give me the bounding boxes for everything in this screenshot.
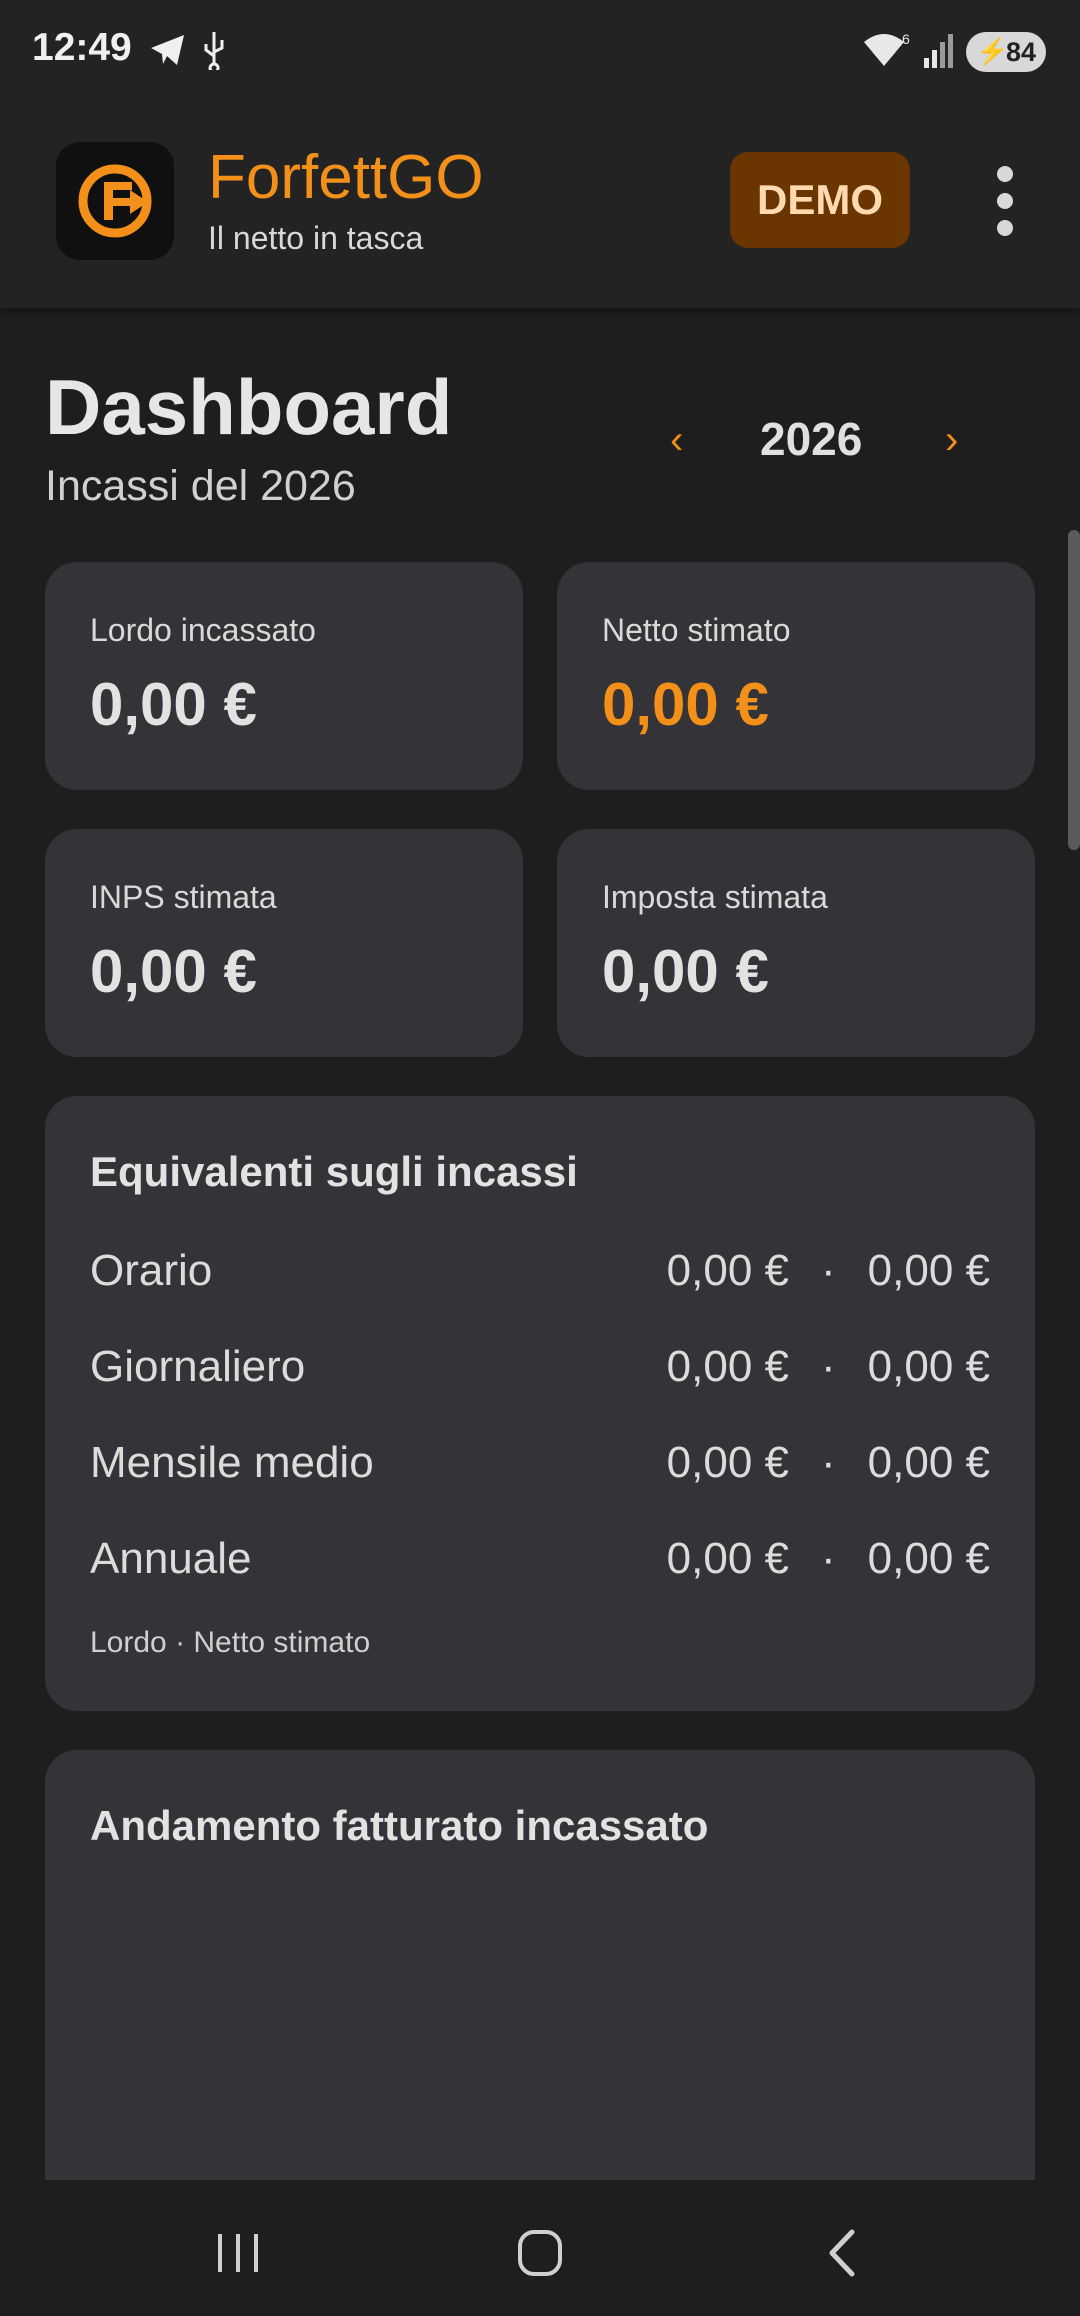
back-icon[interactable] [802, 2218, 882, 2288]
stat-label: Lordo incassato [90, 612, 316, 648]
stat-value: 0,00 € [602, 938, 769, 1005]
equivalent-row-annual: Annuale 0,00 € · 0,00 € [90, 1534, 990, 1594]
equivalent-net: 0,00 € [867, 1342, 990, 1391]
stat-value: 0,00 € [602, 671, 769, 738]
telegram-icon [151, 35, 184, 65]
svg-text:6: 6 [902, 31, 910, 47]
stat-card-net: Netto stimato 0,00 € [557, 562, 1035, 790]
equivalent-net: 0,00 € [867, 1438, 990, 1487]
stat-label: Netto stimato [602, 612, 791, 648]
equivalents-footnote: Lordo · Netto stimato [90, 1626, 371, 1659]
year-selector-value: 2026 [760, 413, 863, 465]
stat-value: 0,00 € [90, 938, 257, 1005]
separator-dot: · [821, 1246, 836, 1295]
equivalent-label: Annuale [90, 1534, 252, 1583]
app-name: ForfettGO [208, 143, 484, 212]
stat-card-tax: Imposta stimata 0,00 € [557, 829, 1035, 1057]
equivalent-row-daily: Giornaliero 0,00 € · 0,00 € [90, 1342, 990, 1402]
stat-card-inps: INPS stimata 0,00 € [45, 829, 523, 1057]
equivalent-gross: 0,00 € [666, 1534, 789, 1583]
chart-title: Andamento fatturato incassato [90, 1802, 709, 1849]
home-icon[interactable] [500, 2218, 580, 2288]
battery-indicator: ⚡ 84 [966, 32, 1046, 72]
stat-label: INPS stimata [90, 879, 277, 915]
equivalent-row-hourly: Orario 0,00 € · 0,00 € [90, 1246, 990, 1306]
battery-level: 84 [1005, 36, 1036, 67]
separator-dot: · [821, 1534, 836, 1583]
equivalent-label: Mensile medio [90, 1438, 374, 1487]
forfettgo-logo-icon [78, 164, 152, 238]
equivalent-gross: 0,00 € [666, 1438, 789, 1487]
app-bar: ForfettGO Il netto in tasca DEMO [0, 104, 1080, 308]
separator-dot: · [821, 1342, 836, 1391]
equivalents-card: Equivalenti sugli incassi Orario 0,00 € … [45, 1096, 1035, 1711]
usb-icon [204, 32, 224, 70]
demo-badge-button[interactable]: DEMO [730, 152, 910, 248]
next-year-button[interactable]: › [945, 418, 958, 463]
wifi-icon: 6 [864, 31, 910, 66]
page-title: Dashboard [45, 363, 453, 451]
signal-icon [924, 34, 953, 68]
previous-year-button[interactable]: ‹ [670, 418, 683, 463]
equivalents-title: Equivalenti sugli incassi [90, 1148, 578, 1195]
app-tagline: Il netto in tasca [208, 220, 424, 256]
page-subtitle: Incassi del 2026 [45, 462, 356, 510]
chart-area [90, 1890, 990, 2170]
battery-charging-icon: ⚡ [976, 36, 1009, 66]
stat-value: 0,00 € [90, 671, 257, 738]
equivalent-label: Orario [90, 1246, 213, 1295]
status-time: 12:49 [32, 26, 132, 69]
overflow-menu-icon[interactable] [985, 166, 1025, 236]
stat-label: Imposta stimata [602, 879, 828, 915]
equivalent-net: 0,00 € [867, 1534, 990, 1583]
app-logo [56, 142, 174, 260]
recent-apps-icon[interactable] [198, 2218, 278, 2288]
status-bar: 12:49 6 ⚡ 84 [0, 0, 1080, 104]
equivalent-net: 0,00 € [867, 1246, 990, 1295]
equivalent-label: Giornaliero [90, 1342, 306, 1391]
system-navigation-bar [0, 2180, 1080, 2316]
separator-dot: · [821, 1438, 836, 1487]
equivalent-gross: 0,00 € [666, 1342, 789, 1391]
equivalent-row-monthly: Mensile medio 0,00 € · 0,00 € [90, 1438, 990, 1498]
stat-card-gross: Lordo incassato 0,00 € [45, 562, 523, 790]
scrollbar[interactable] [1068, 530, 1080, 850]
equivalent-gross: 0,00 € [666, 1246, 789, 1295]
